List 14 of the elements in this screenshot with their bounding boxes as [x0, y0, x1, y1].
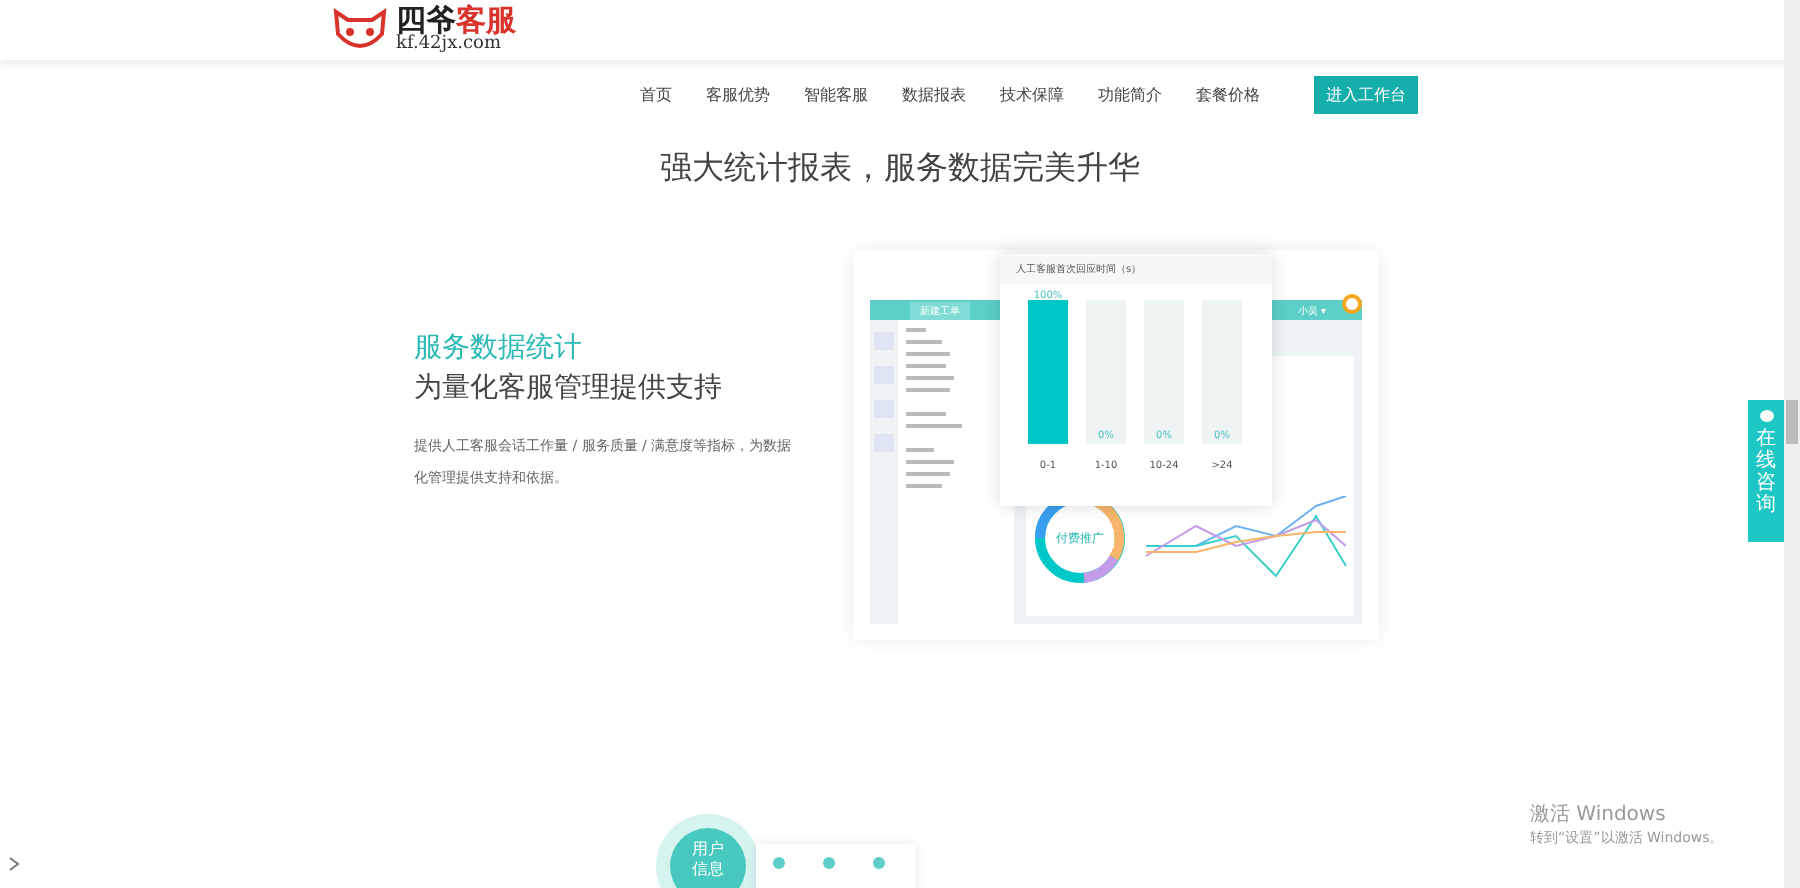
nav-link[interactable]: 智能客服 — [804, 83, 868, 105]
nav-link[interactable]: 套餐价格 — [1196, 83, 1260, 105]
nav-link[interactable]: 客服优势 — [706, 83, 770, 105]
nav-link[interactable]: 首页 — [640, 83, 672, 105]
nav-link[interactable]: 功能简介 — [1098, 83, 1162, 105]
section-title: 强大统计报表，服务数据完美升华 — [658, 148, 1142, 190]
nav-link[interactable]: 技术保障 — [1000, 83, 1064, 105]
activation-title: 激活 Windows — [1530, 802, 1668, 828]
nav-link[interactable]: 数据报表 — [902, 83, 966, 105]
logo-domain: kf.42jx.com — [396, 36, 501, 54]
feature-title: 服务数据统计 — [414, 330, 584, 366]
logo-name: 四爷客服 — [396, 6, 516, 36]
user-info-bubble: 用户信息 — [670, 828, 746, 888]
feature-subtitle: 为量化客服管理提供支持 — [414, 370, 724, 406]
